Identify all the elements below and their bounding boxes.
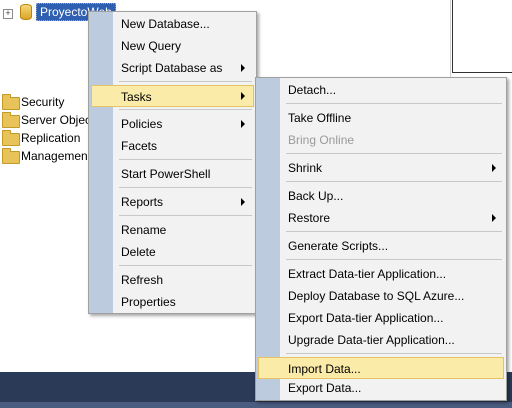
- menu-item-label: Export Data...: [288, 381, 362, 395]
- folder-icon: [2, 94, 20, 110]
- menu-item-label: Upgrade Data-tier Application...: [288, 333, 455, 347]
- chevron-right-icon: [241, 92, 245, 100]
- menu-item-label: New Database...: [121, 17, 210, 31]
- menu-item-take-offline[interactable]: Take Offline: [258, 107, 504, 129]
- menu-separator: [119, 265, 252, 266]
- menu-item-label: Reports: [121, 195, 164, 209]
- menu-item-rename[interactable]: Rename: [91, 219, 254, 241]
- chevron-right-icon: [241, 64, 245, 72]
- menu-item-label: Properties: [121, 295, 176, 309]
- expand-icon[interactable]: +: [3, 9, 13, 19]
- menu-item-label: New Query: [121, 39, 182, 53]
- menu-separator: [286, 103, 502, 104]
- menu-item-label: Bring Online: [288, 133, 355, 147]
- menu-item-bring-online: Bring Online: [258, 129, 504, 151]
- menu-item-label: Shrink: [288, 161, 323, 175]
- menu-item-label: Delete: [121, 245, 156, 259]
- menu-item-label: Deploy Database to SQL Azure...: [288, 289, 465, 303]
- panel-divider: [452, 72, 512, 73]
- menu-item-label: Export Data-tier Application...: [288, 311, 444, 325]
- menu-item-label: Detach...: [288, 83, 337, 97]
- panel-divider: [452, 0, 453, 72]
- menu-item-delete[interactable]: Delete: [91, 241, 254, 263]
- menu-item-label: Script Database as: [121, 61, 223, 75]
- menu-separator: [119, 109, 252, 110]
- tasks-submenu: Detach... Take Offline Bring Online Shri…: [255, 77, 507, 401]
- tree-node-replication[interactable]: Replication: [21, 129, 80, 147]
- menu-item-export-data[interactable]: Export Data...: [258, 377, 504, 399]
- menu-item-refresh[interactable]: Refresh: [91, 269, 254, 291]
- menu-separator: [119, 187, 252, 188]
- menu-separator: [286, 231, 502, 232]
- menu-item-detach[interactable]: Detach...: [258, 79, 504, 101]
- menu-item-properties[interactable]: Properties: [91, 291, 254, 313]
- folder-icon: [2, 148, 20, 164]
- menu-item-label: Generate Scripts...: [288, 239, 389, 253]
- menu-item-deploy-to-sql-azure[interactable]: Deploy Database to SQL Azure...: [258, 285, 504, 307]
- menu-item-label: Tasks: [121, 90, 152, 104]
- menu-separator: [119, 81, 252, 82]
- chevron-right-icon: [492, 214, 496, 222]
- menu-item-back-up[interactable]: Back Up...: [258, 185, 504, 207]
- menu-item-label: Refresh: [121, 273, 164, 287]
- tree-node-management[interactable]: Managemen: [21, 147, 88, 165]
- menu-item-policies[interactable]: Policies: [91, 113, 254, 135]
- menu-item-import-data[interactable]: Import Data...: [258, 357, 504, 379]
- status-strip: [0, 402, 512, 408]
- menu-item-new-database[interactable]: New Database...: [91, 13, 254, 35]
- tree-node-server-objects[interactable]: Server Objec: [21, 111, 91, 129]
- menu-item-generate-scripts[interactable]: Generate Scripts...: [258, 235, 504, 257]
- chevron-right-icon: [241, 198, 245, 206]
- chevron-right-icon: [492, 164, 496, 172]
- menu-separator: [286, 181, 502, 182]
- menu-item-restore[interactable]: Restore: [258, 207, 504, 229]
- context-menu: New Database... New Query Script Databas…: [88, 11, 257, 314]
- chevron-right-icon: [241, 120, 245, 128]
- folder-icon: [2, 130, 20, 146]
- menu-item-shrink[interactable]: Shrink: [258, 157, 504, 179]
- menu-item-label: Facets: [121, 139, 158, 153]
- menu-item-tasks[interactable]: Tasks: [91, 85, 254, 107]
- menu-item-new-query[interactable]: New Query: [91, 35, 254, 57]
- menu-item-label: Restore: [288, 211, 331, 225]
- menu-item-label: Back Up...: [288, 189, 344, 203]
- menu-item-label: Rename: [121, 223, 167, 237]
- menu-item-label: Extract Data-tier Application...: [288, 267, 447, 281]
- menu-separator: [286, 353, 502, 354]
- menu-item-facets[interactable]: Facets: [91, 135, 254, 157]
- menu-separator: [119, 215, 252, 216]
- menu-item-extract-data-tier[interactable]: Extract Data-tier Application...: [258, 263, 504, 285]
- menu-item-script-database-as[interactable]: Script Database as: [91, 57, 254, 79]
- menu-separator: [286, 153, 502, 154]
- tree-node-security[interactable]: Security: [21, 93, 64, 111]
- menu-item-upgrade-data-tier[interactable]: Upgrade Data-tier Application...: [258, 329, 504, 351]
- menu-item-label: Policies: [121, 117, 163, 131]
- menu-separator: [286, 259, 502, 260]
- menu-item-label: Start PowerShell: [121, 167, 211, 181]
- folder-icon: [2, 112, 20, 128]
- menu-item-label: Take Offline: [288, 111, 352, 125]
- menu-separator: [119, 159, 252, 160]
- menu-item-start-powershell[interactable]: Start PowerShell: [91, 163, 254, 185]
- database-icon: [20, 4, 32, 20]
- menu-item-export-data-tier[interactable]: Export Data-tier Application...: [258, 307, 504, 329]
- menu-item-reports[interactable]: Reports: [91, 191, 254, 213]
